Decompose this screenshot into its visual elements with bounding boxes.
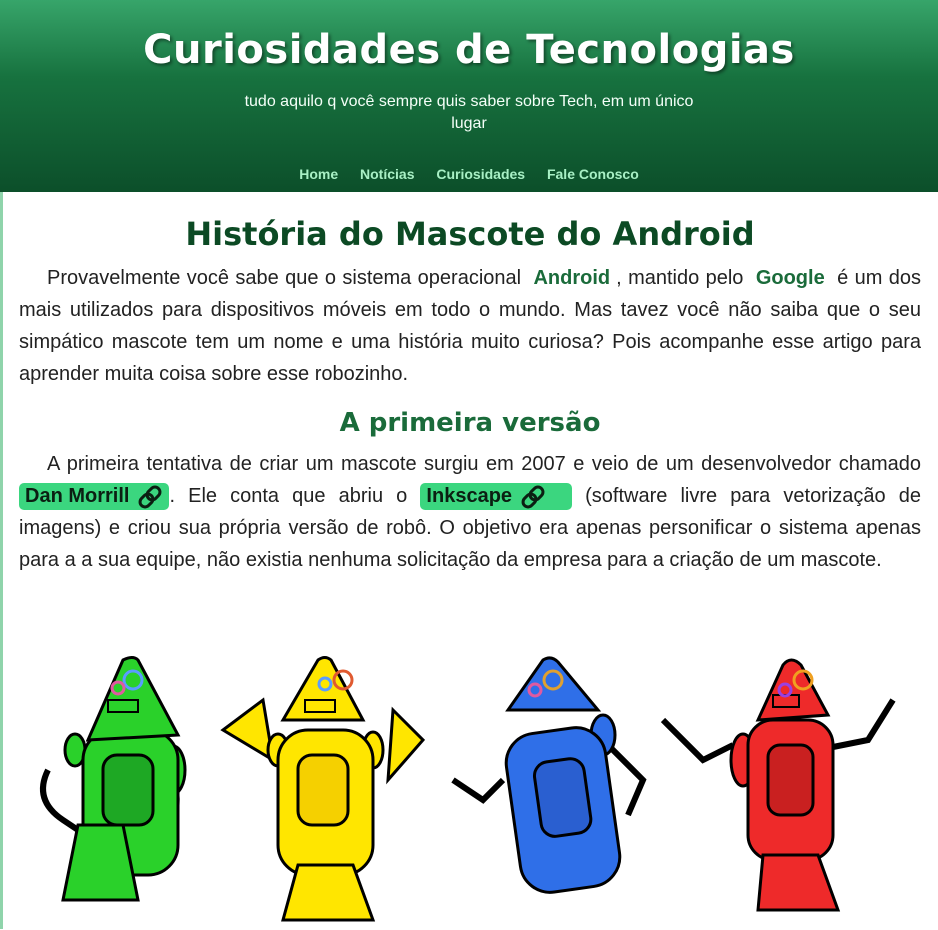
article-content: História do Mascote do Android Provavelm… bbox=[0, 192, 938, 929]
dan-morrill-link[interactable]: Dan Morrill bbox=[19, 483, 170, 510]
android-link[interactable]: Android bbox=[527, 267, 616, 289]
intro-text-1: Provavelmente você sabe que o sistema op… bbox=[47, 267, 522, 289]
site-title: Curiosidades de Tecnologias bbox=[143, 27, 795, 73]
dan-morrill-label: Dan Morrill bbox=[25, 485, 130, 507]
nav-home[interactable]: Home bbox=[299, 166, 338, 182]
site-header: Curiosidades de Tecnologias tudo aquilo … bbox=[0, 0, 938, 192]
robot-blue bbox=[451, 656, 647, 894]
inkscape-label: Inkscape bbox=[426, 485, 513, 507]
article-title: História do Mascote do Android bbox=[185, 215, 755, 253]
android-robot-prototypes-image bbox=[40, 656, 896, 922]
section-text-2: . Ele conta que abriu o bbox=[169, 485, 408, 507]
inkscape-link[interactable]: Inkscape bbox=[420, 483, 573, 510]
section-text-1: A primeira tentativa de criar um mascote… bbox=[47, 453, 921, 475]
robot-red bbox=[660, 658, 896, 912]
nav-curiosidades[interactable]: Curiosidades bbox=[436, 166, 525, 182]
section-paragraph: A primeira tentativa de criar um mascote… bbox=[19, 448, 921, 576]
site-tagline: tudo aquilo q você sempre quis saber sob… bbox=[244, 93, 694, 132]
intro-text-2: , mantido pelo bbox=[616, 267, 744, 289]
intro-paragraph: Provavelmente você sabe que o sistema op… bbox=[19, 262, 921, 390]
section-heading: A primeira versão bbox=[339, 408, 601, 438]
main-nav: Home Notícias Curiosidades Fale Conosco bbox=[0, 166, 938, 182]
robot-green bbox=[40, 656, 187, 902]
link-icon bbox=[139, 485, 162, 509]
link-icon bbox=[521, 485, 545, 509]
nav-fale-conosco[interactable]: Fale Conosco bbox=[547, 166, 639, 182]
robot-yellow bbox=[220, 656, 426, 922]
google-link[interactable]: Google bbox=[750, 267, 831, 289]
nav-noticias[interactable]: Notícias bbox=[360, 166, 414, 182]
